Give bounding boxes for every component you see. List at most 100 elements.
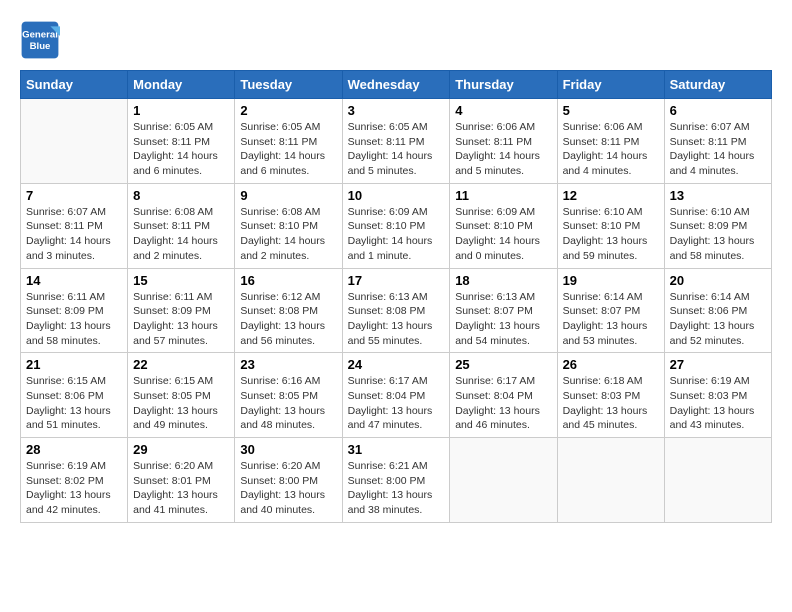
day-number: 10 — [348, 188, 445, 203]
day-number: 12 — [563, 188, 659, 203]
day-info: Sunrise: 6:17 AM Sunset: 8:04 PM Dayligh… — [348, 374, 445, 433]
calendar-body: 1 Sunrise: 6:05 AM Sunset: 8:11 PM Daylig… — [21, 99, 772, 523]
day-info: Sunrise: 6:20 AM Sunset: 8:00 PM Dayligh… — [240, 459, 336, 518]
calendar-cell — [450, 438, 557, 523]
day-number: 1 — [133, 103, 229, 118]
day-number: 14 — [26, 273, 122, 288]
day-info: Sunrise: 6:20 AM Sunset: 8:01 PM Dayligh… — [133, 459, 229, 518]
day-number: 24 — [348, 357, 445, 372]
day-info: Sunrise: 6:05 AM Sunset: 8:11 PM Dayligh… — [240, 120, 336, 179]
day-info: Sunrise: 6:06 AM Sunset: 8:11 PM Dayligh… — [455, 120, 551, 179]
day-number: 7 — [26, 188, 122, 203]
calendar-cell: 12 Sunrise: 6:10 AM Sunset: 8:10 PM Dayli… — [557, 183, 664, 268]
calendar-cell: 22 Sunrise: 6:15 AM Sunset: 8:05 PM Dayli… — [128, 353, 235, 438]
column-header-thursday: Thursday — [450, 71, 557, 99]
calendar-cell: 10 Sunrise: 6:09 AM Sunset: 8:10 PM Dayli… — [342, 183, 450, 268]
day-info: Sunrise: 6:13 AM Sunset: 8:07 PM Dayligh… — [455, 290, 551, 349]
page-header: General Blue — [20, 20, 772, 60]
calendar-cell: 14 Sunrise: 6:11 AM Sunset: 8:09 PM Dayli… — [21, 268, 128, 353]
day-number: 6 — [670, 103, 766, 118]
calendar-cell: 7 Sunrise: 6:07 AM Sunset: 8:11 PM Daylig… — [21, 183, 128, 268]
day-info: Sunrise: 6:15 AM Sunset: 8:05 PM Dayligh… — [133, 374, 229, 433]
calendar-cell: 19Sunrise: 6:14 AM Sunset: 8:07 PM Dayli… — [557, 268, 664, 353]
column-header-wednesday: Wednesday — [342, 71, 450, 99]
calendar-header: SundayMondayTuesdayWednesdayThursdayFrid… — [21, 71, 772, 99]
day-number: 9 — [240, 188, 336, 203]
day-number: 20 — [670, 273, 766, 288]
day-info: Sunrise: 6:13 AM Sunset: 8:08 PM Dayligh… — [348, 290, 445, 349]
day-info: Sunrise: 6:09 AM Sunset: 8:10 PM Dayligh… — [348, 205, 445, 264]
day-number: 4 — [455, 103, 551, 118]
day-info: Sunrise: 6:19 AM Sunset: 8:03 PM Dayligh… — [670, 374, 766, 433]
day-info: Sunrise: 6:18 AM Sunset: 8:03 PM Dayligh… — [563, 374, 659, 433]
calendar-table: SundayMondayTuesdayWednesdayThursdayFrid… — [20, 70, 772, 523]
day-info: Sunrise: 6:17 AM Sunset: 8:04 PM Dayligh… — [455, 374, 551, 433]
day-info: Sunrise: 6:15 AM Sunset: 8:06 PM Dayligh… — [26, 374, 122, 433]
day-info: Sunrise: 6:10 AM Sunset: 8:10 PM Dayligh… — [563, 205, 659, 264]
day-info: Sunrise: 6:08 AM Sunset: 8:11 PM Dayligh… — [133, 205, 229, 264]
calendar-cell: 5 Sunrise: 6:06 AM Sunset: 8:11 PM Daylig… — [557, 99, 664, 184]
day-info: Sunrise: 6:05 AM Sunset: 8:11 PM Dayligh… — [133, 120, 229, 179]
day-number: 15 — [133, 273, 229, 288]
column-header-friday: Friday — [557, 71, 664, 99]
day-number: 25 — [455, 357, 551, 372]
calendar-week-5: 28 Sunrise: 6:19 AM Sunset: 8:02 PM Dayli… — [21, 438, 772, 523]
day-info: Sunrise: 6:14 AM Sunset: 8:06 PM Dayligh… — [670, 290, 766, 349]
day-number: 13 — [670, 188, 766, 203]
day-number: 5 — [563, 103, 659, 118]
calendar-cell: 24 Sunrise: 6:17 AM Sunset: 8:04 PM Dayli… — [342, 353, 450, 438]
calendar-cell: 16 Sunrise: 6:12 AM Sunset: 8:08 PM Dayli… — [235, 268, 342, 353]
calendar-week-3: 14 Sunrise: 6:11 AM Sunset: 8:09 PM Dayli… — [21, 268, 772, 353]
column-header-sunday: Sunday — [21, 71, 128, 99]
day-number: 21 — [26, 357, 122, 372]
day-info: Sunrise: 6:07 AM Sunset: 8:11 PM Dayligh… — [670, 120, 766, 179]
day-number: 18 — [455, 273, 551, 288]
day-number: 11 — [455, 188, 551, 203]
calendar-cell: 2 Sunrise: 6:05 AM Sunset: 8:11 PM Daylig… — [235, 99, 342, 184]
calendar-week-2: 7 Sunrise: 6:07 AM Sunset: 8:11 PM Daylig… — [21, 183, 772, 268]
column-header-tuesday: Tuesday — [235, 71, 342, 99]
day-info: Sunrise: 6:11 AM Sunset: 8:09 PM Dayligh… — [133, 290, 229, 349]
day-number: 8 — [133, 188, 229, 203]
calendar-cell: 11Sunrise: 6:09 AM Sunset: 8:10 PM Dayli… — [450, 183, 557, 268]
logo-icon: General Blue — [20, 20, 60, 60]
calendar-cell: 21 Sunrise: 6:15 AM Sunset: 8:06 PM Dayli… — [21, 353, 128, 438]
day-info: Sunrise: 6:12 AM Sunset: 8:08 PM Dayligh… — [240, 290, 336, 349]
day-number: 23 — [240, 357, 336, 372]
calendar-cell — [664, 438, 771, 523]
day-number: 31 — [348, 442, 445, 457]
day-number: 19 — [563, 273, 659, 288]
day-number: 16 — [240, 273, 336, 288]
calendar-week-1: 1 Sunrise: 6:05 AM Sunset: 8:11 PM Daylig… — [21, 99, 772, 184]
calendar-cell: 18 Sunrise: 6:13 AM Sunset: 8:07 PM Dayli… — [450, 268, 557, 353]
day-info: Sunrise: 6:05 AM Sunset: 8:11 PM Dayligh… — [348, 120, 445, 179]
svg-text:General: General — [22, 30, 58, 41]
calendar-cell: 25 Sunrise: 6:17 AM Sunset: 8:04 PM Dayli… — [450, 353, 557, 438]
calendar-cell: 1 Sunrise: 6:05 AM Sunset: 8:11 PM Daylig… — [128, 99, 235, 184]
day-number: 3 — [348, 103, 445, 118]
calendar-cell: 30 Sunrise: 6:20 AM Sunset: 8:00 PM Dayli… — [235, 438, 342, 523]
calendar-cell: 27Sunrise: 6:19 AM Sunset: 8:03 PM Dayli… — [664, 353, 771, 438]
calendar-cell: 8 Sunrise: 6:08 AM Sunset: 8:11 PM Daylig… — [128, 183, 235, 268]
svg-text:Blue: Blue — [30, 41, 51, 52]
day-info: Sunrise: 6:06 AM Sunset: 8:11 PM Dayligh… — [563, 120, 659, 179]
calendar-cell: 9Sunrise: 6:08 AM Sunset: 8:10 PM Daylig… — [235, 183, 342, 268]
calendar-cell: 15 Sunrise: 6:11 AM Sunset: 8:09 PM Dayli… — [128, 268, 235, 353]
day-info: Sunrise: 6:11 AM Sunset: 8:09 PM Dayligh… — [26, 290, 122, 349]
column-header-monday: Monday — [128, 71, 235, 99]
day-info: Sunrise: 6:16 AM Sunset: 8:05 PM Dayligh… — [240, 374, 336, 433]
day-number: 2 — [240, 103, 336, 118]
day-number: 22 — [133, 357, 229, 372]
day-number: 30 — [240, 442, 336, 457]
calendar-cell: 17Sunrise: 6:13 AM Sunset: 8:08 PM Dayli… — [342, 268, 450, 353]
calendar-cell: 26 Sunrise: 6:18 AM Sunset: 8:03 PM Dayli… — [557, 353, 664, 438]
day-info: Sunrise: 6:07 AM Sunset: 8:11 PM Dayligh… — [26, 205, 122, 264]
day-number: 28 — [26, 442, 122, 457]
calendar-cell: 28 Sunrise: 6:19 AM Sunset: 8:02 PM Dayli… — [21, 438, 128, 523]
calendar-cell — [557, 438, 664, 523]
day-info: Sunrise: 6:19 AM Sunset: 8:02 PM Dayligh… — [26, 459, 122, 518]
day-number: 26 — [563, 357, 659, 372]
calendar-week-4: 21 Sunrise: 6:15 AM Sunset: 8:06 PM Dayli… — [21, 353, 772, 438]
column-header-saturday: Saturday — [664, 71, 771, 99]
calendar-cell — [21, 99, 128, 184]
